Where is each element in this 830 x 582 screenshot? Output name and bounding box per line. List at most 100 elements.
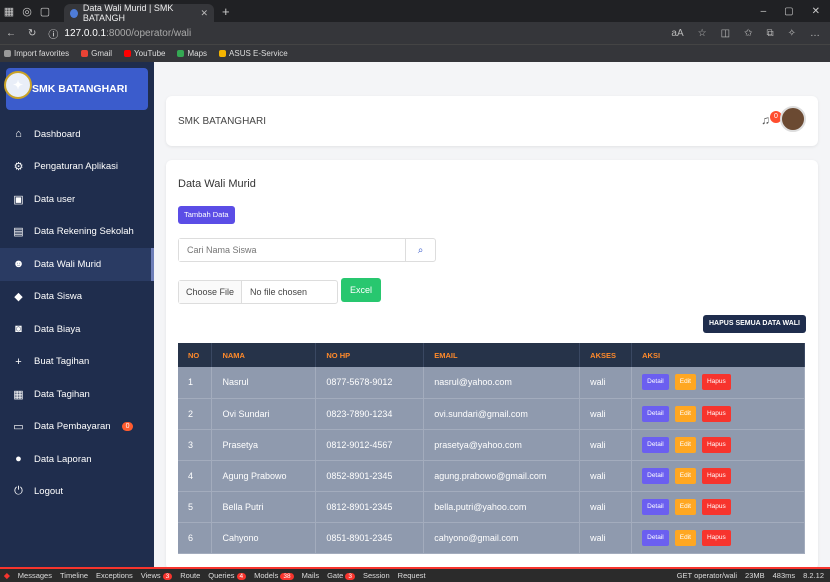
action-group: Detail Edit Hapus <box>642 529 804 546</box>
info-icon[interactable]: ⓘ <box>48 26 58 41</box>
sidebar-item-data-wali-murid[interactable]: ☻ Data Wali Murid <box>0 248 154 281</box>
edit-button[interactable]: Edit <box>674 436 696 453</box>
browser-menu-icon[interactable]: ▦ <box>0 0 18 22</box>
column-header: NO HP <box>315 343 425 367</box>
detail-button[interactable]: Detail <box>642 405 669 422</box>
edit-button[interactable]: Edit <box>674 467 696 484</box>
new-tab-button[interactable]: + <box>222 4 230 19</box>
debugbar-tab-label: Messages <box>17 571 52 580</box>
url-field[interactable]: ⓘ 127.0.0.1:8000/operator/wali <box>48 26 191 41</box>
add-data-button[interactable]: Tambah Data <box>178 206 235 224</box>
sidebar-item-data-biaya[interactable]: ◙ Data Biaya <box>0 313 154 346</box>
file-input[interactable]: Choose File No file chosen <box>178 280 338 304</box>
debugbar-tab[interactable]: Timeline <box>60 571 88 580</box>
sidebar-item-data-rekening-sekolah[interactable]: ▤ Data Rekening Sekolah <box>0 216 154 249</box>
debugbar-tab[interactable]: Queries 4 <box>208 571 247 580</box>
back-icon[interactable]: ← <box>6 28 16 39</box>
close-tab-icon[interactable]: ✕ <box>200 8 208 19</box>
delete-all-button[interactable]: HAPUS SEMUA DATA WALI <box>703 315 806 333</box>
bookmark-item[interactable]: YouTube <box>124 49 165 58</box>
delete-button[interactable]: Hapus <box>701 498 731 515</box>
favorite-star-icon[interactable]: ☆ <box>698 28 707 39</box>
sidebar-item-logout[interactable]: ⏻ Logout <box>0 476 154 509</box>
detail-button[interactable]: Detail <box>642 436 669 453</box>
close-window-icon[interactable]: ✕ <box>812 6 820 17</box>
table-cell: cahyono@gmail.com <box>423 522 581 554</box>
favorites-icon[interactable]: ✩ <box>744 28 752 39</box>
browser-title-bar: ▦ ◎ ▢ Data Wali Murid | SMK BATANGH ✕ + –… <box>0 0 830 23</box>
brand-header[interactable]: ✦ SMK BATANGHARI <box>4 68 148 110</box>
debugbar-tab[interactable]: Request <box>398 571 426 580</box>
edit-button[interactable]: Edit <box>674 374 696 391</box>
debugbar-tab[interactable]: Messages <box>18 571 52 580</box>
edit-button[interactable]: Edit <box>674 498 696 515</box>
debugbar-tab[interactable]: Route <box>180 571 200 580</box>
detail-button[interactable]: Detail <box>642 467 669 484</box>
bookmark-item[interactable]: ASUS E-Service <box>219 49 288 58</box>
debugbar-tab[interactable]: Mails <box>302 571 320 580</box>
sidebar-item-buat-tagihan[interactable]: + Buat Tagihan <box>0 346 154 379</box>
browser-tab[interactable]: Data Wali Murid | SMK BATANGH ✕ <box>64 3 214 23</box>
table-cell: wali <box>579 429 633 461</box>
sidebar-item-data-tagihan[interactable]: ▦ Data Tagihan <box>0 378 154 411</box>
detail-button[interactable]: Detail <box>642 498 669 515</box>
tab-favicon-icon <box>70 8 78 18</box>
excel-import-button[interactable]: Excel <box>341 278 382 302</box>
table-cell: wali <box>579 522 633 554</box>
sidebar-item-dashboard[interactable]: ⌂ Dashboard <box>0 118 154 151</box>
edit-button[interactable]: Edit <box>674 405 696 422</box>
sidebar-item-pengaturan-aplikasi[interactable]: ⚙ Pengaturan Aplikasi <box>0 151 154 184</box>
avatar[interactable] <box>780 106 806 132</box>
refresh-icon[interactable]: ↻ <box>28 28 36 39</box>
table-cell: Cahyono <box>211 522 317 554</box>
column-header: NO <box>178 343 213 367</box>
debugbar-tab[interactable]: Exceptions <box>96 571 133 580</box>
sidebar: ✦ SMK BATANGHARI ⌂ Dashboard ⚙ Pengaturan Ap… <box>0 62 154 567</box>
bell-icon[interactable]: ♫ 0 <box>761 111 782 127</box>
choose-file-button[interactable]: Choose File <box>179 281 243 303</box>
debugbar-tab-label: Timeline <box>59 571 89 580</box>
more-menu-icon[interactable]: … <box>810 28 820 39</box>
minimize-icon[interactable]: – <box>761 6 767 17</box>
sidebar-item-data-siswa[interactable]: ◆ Data Siswa <box>0 281 154 314</box>
search-icon[interactable]: ⌕ <box>405 239 435 261</box>
table-cell: wali <box>579 398 633 430</box>
sidebar-item-label: Data Laporan <box>34 453 92 465</box>
search-input[interactable] <box>179 239 405 261</box>
sidebar-item-data-laporan[interactable]: ● Data Laporan <box>0 443 154 476</box>
menu-badge: 0 <box>121 422 134 432</box>
delete-button[interactable]: Hapus <box>701 374 731 391</box>
delete-button[interactable]: Hapus <box>701 405 731 422</box>
debugbar-tab[interactable]: Gate 3 <box>327 571 355 580</box>
maximize-icon[interactable]: ▢ <box>784 6 793 17</box>
action-cell: Detail Edit Hapus <box>631 522 805 554</box>
detail-button[interactable]: Detail <box>642 529 669 546</box>
sidebar-item-data-pembayaran[interactable]: ▭ Data Pembayaran 0 <box>0 411 154 444</box>
detail-button[interactable]: Detail <box>642 374 669 391</box>
split-screen-icon[interactable]: ◫ <box>721 28 730 39</box>
delete-button[interactable]: Hapus <box>701 529 731 546</box>
collections-icon[interactable]: ⧉ <box>766 28 773 39</box>
debugbar-tab[interactable]: Session <box>363 571 390 580</box>
extensions-icon[interactable]: ✧ <box>788 28 796 39</box>
workspaces-icon[interactable]: ◎ <box>18 0 36 22</box>
table-cell: Prasetya <box>211 429 317 461</box>
debugbar-tab[interactable]: Views 3 <box>141 571 173 580</box>
bookmark-item[interactable]: Import favorites <box>4 49 69 58</box>
gear-icon: ⚙ <box>13 161 24 174</box>
edit-button[interactable]: Edit <box>674 529 696 546</box>
bookmark-item[interactable]: Maps <box>177 49 207 58</box>
debugbar-tab-label: Gate <box>327 571 344 580</box>
bookmark-item[interactable]: Gmail <box>81 49 112 58</box>
tab-actions-icon[interactable]: ▢ <box>36 0 54 22</box>
debugbar-tab-label: Models <box>254 571 279 580</box>
table-cell: 0852-8901-2345 <box>315 460 425 492</box>
read-aloud-icon[interactable]: aA <box>671 28 683 39</box>
delete-button[interactable]: Hapus <box>701 436 731 453</box>
debugbar-tab[interactable]: Models 38 <box>254 571 294 580</box>
laravel-logo-icon[interactable]: ◆ <box>4 571 10 580</box>
table-cell: 0812-8901-2345 <box>315 491 425 523</box>
sidebar-item-data-user[interactable]: ▣ Data user <box>0 183 154 216</box>
delete-button[interactable]: Hapus <box>701 467 731 484</box>
action-group: Detail Edit Hapus <box>642 436 804 453</box>
